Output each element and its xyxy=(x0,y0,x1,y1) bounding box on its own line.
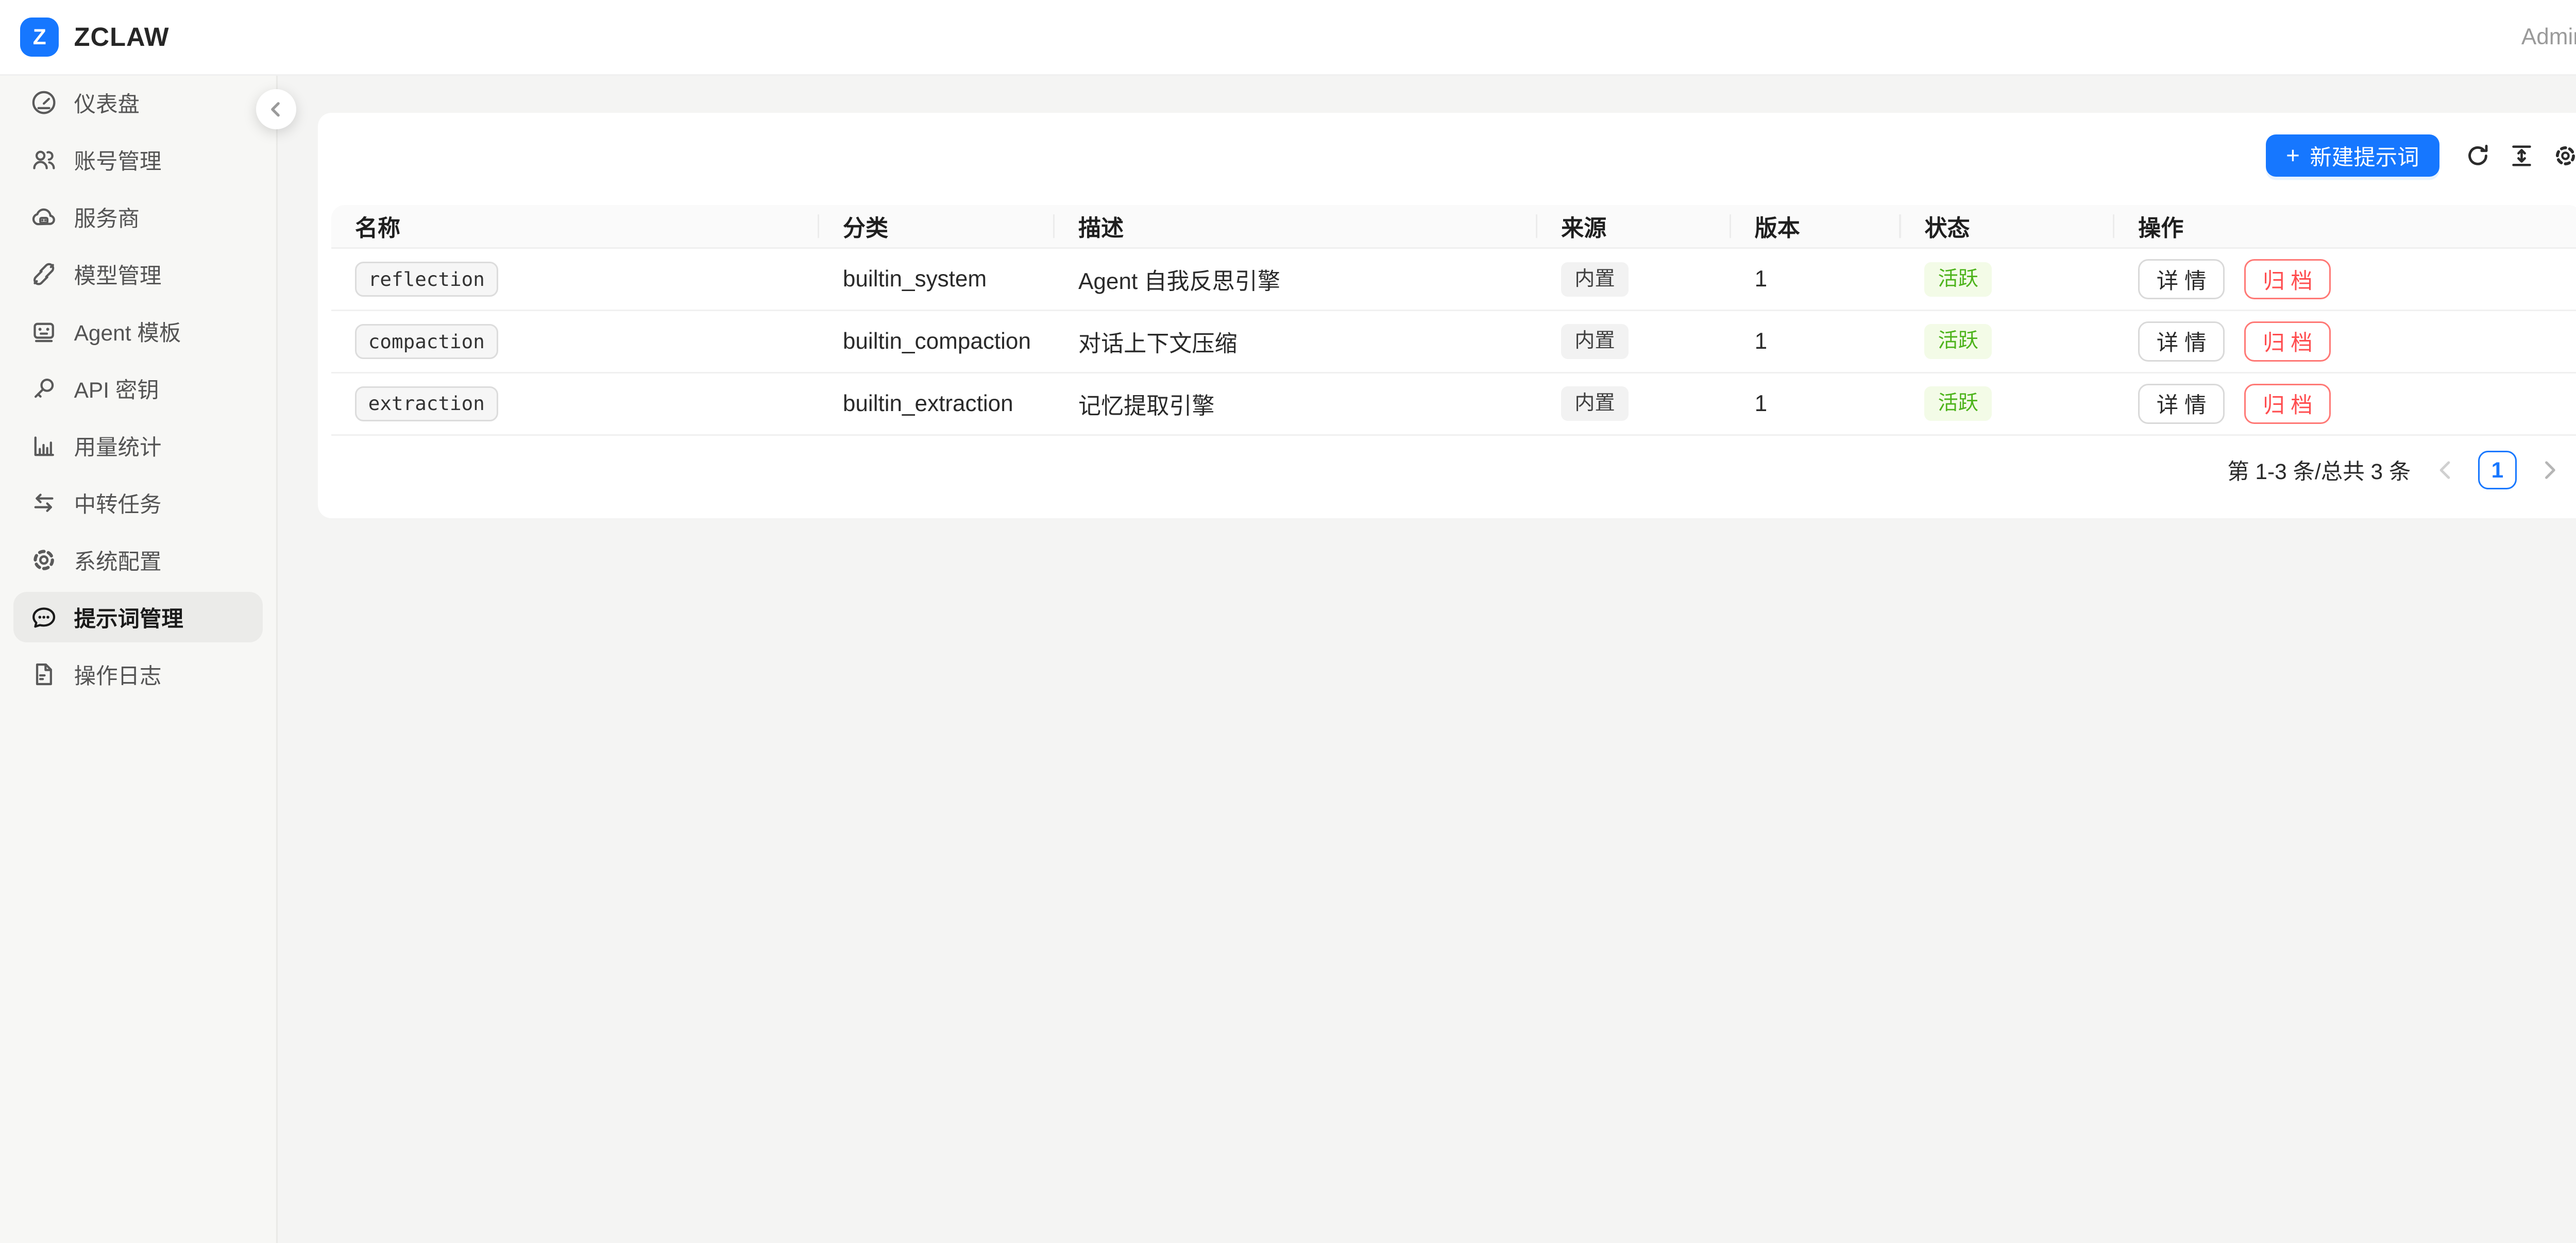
sidebar-item-label: 仪表盘 xyxy=(74,87,140,118)
prompt-category: builtin_extraction xyxy=(819,373,1055,436)
detail-button[interactable]: 详 情 xyxy=(2138,259,2225,299)
sidebar-item-label: 账号管理 xyxy=(74,144,162,176)
key-icon xyxy=(30,375,57,402)
column-header-version: 版本 xyxy=(1731,205,1901,249)
plus-icon: + xyxy=(2286,144,2300,167)
prompt-description: Agent 自我反思引擎 xyxy=(1055,249,1537,311)
sidebar-item-label: 服务商 xyxy=(74,201,140,233)
sidebar-item-models[interactable]: 模型管理 xyxy=(13,249,263,299)
table-row: compaction builtin_compaction 对话上下文压缩 内置… xyxy=(331,311,2576,373)
prompt-description: 对话上下文压缩 xyxy=(1055,311,1537,373)
archive-button[interactable]: 归 档 xyxy=(2244,259,2331,299)
table-header-row: 名称 分类 描述 来源 版本 状态 操作 xyxy=(331,205,2576,249)
sidebar-item-label: 中转任务 xyxy=(74,487,162,519)
pagination: 第 1-3 条/总共 3 条 1 xyxy=(331,451,2576,489)
prompt-name-tag: reflection xyxy=(355,262,498,297)
table-tool-icons xyxy=(2465,142,2576,169)
gauge-icon xyxy=(30,89,57,116)
sidebar-item-prompt-management[interactable]: 提示词管理 xyxy=(13,592,263,642)
source-tag: 内置 xyxy=(1561,386,1629,421)
sidebar: 仪表盘 账号管理 服务商 模型管理 xyxy=(0,76,278,1243)
table-row: extraction builtin_extraction 记忆提取引擎 内置 … xyxy=(331,373,2576,436)
sidebar-item-label: 用量统计 xyxy=(74,430,162,462)
file-icon xyxy=(30,661,57,688)
brand-logo: Z xyxy=(20,18,59,56)
user-menu[interactable]: Admin xyxy=(2521,24,2576,50)
table-toolbar: + 新建提示词 xyxy=(331,134,2576,177)
pagination-page-1[interactable]: 1 xyxy=(2478,451,2517,489)
reload-icon[interactable] xyxy=(2465,142,2492,169)
prompt-table: 名称 分类 描述 来源 版本 状态 操作 reflection builtin_ xyxy=(331,205,2576,435)
column-header-actions: 操作 xyxy=(2114,205,2576,249)
density-icon[interactable] xyxy=(2509,142,2535,169)
new-prompt-button-label: 新建提示词 xyxy=(2310,140,2419,172)
column-header-source: 来源 xyxy=(1537,205,1731,249)
sidebar-item-accounts[interactable]: 账号管理 xyxy=(13,134,263,185)
sidebar-item-system-config[interactable]: 系统配置 xyxy=(13,535,263,585)
sidebar-item-agent-templates[interactable]: Agent 模板 xyxy=(13,306,263,356)
pagination-prev-icon[interactable] xyxy=(2426,452,2463,489)
main-content: + 新建提示词 xyxy=(278,76,2576,1243)
sidebar-item-operation-logs[interactable]: 操作日志 xyxy=(13,649,263,700)
detail-button[interactable]: 详 情 xyxy=(2138,321,2225,362)
column-header-name: 名称 xyxy=(331,205,819,249)
source-tag: 内置 xyxy=(1561,324,1629,359)
prompt-name-tag: compaction xyxy=(355,324,498,359)
swap-icon xyxy=(30,489,57,516)
archive-button[interactable]: 归 档 xyxy=(2244,384,2331,424)
sidebar-item-usage-stats[interactable]: 用量统计 xyxy=(13,420,263,471)
bar-chart-icon xyxy=(30,432,57,459)
sidebar-item-api-keys[interactable]: API 密钥 xyxy=(13,363,263,414)
prompt-description: 记忆提取引擎 xyxy=(1055,373,1537,436)
detail-button[interactable]: 详 情 xyxy=(2138,384,2225,424)
column-header-status: 状态 xyxy=(1901,205,2115,249)
sidebar-item-label: 操作日志 xyxy=(74,659,162,690)
sidebar-item-relay-tasks[interactable]: 中转任务 xyxy=(13,478,263,528)
topbar: Z ZCLAW Admin xyxy=(0,0,2576,76)
robot-icon xyxy=(30,318,57,345)
prompt-name-tag: extraction xyxy=(355,386,498,421)
prompt-table-card: + 新建提示词 xyxy=(318,113,2576,518)
plug-icon xyxy=(30,261,57,287)
cloud-icon xyxy=(30,203,57,230)
status-badge: 活跃 xyxy=(1924,262,1992,297)
pagination-next-icon[interactable] xyxy=(2532,452,2569,489)
column-header-description: 描述 xyxy=(1055,205,1537,249)
gear-icon xyxy=(30,547,57,573)
status-badge: 活跃 xyxy=(1924,386,1992,421)
chat-icon xyxy=(30,604,57,631)
prompt-version: 1 xyxy=(1731,373,1901,436)
users-icon xyxy=(30,146,57,173)
sidebar-item-label: 系统配置 xyxy=(74,544,162,576)
archive-button[interactable]: 归 档 xyxy=(2244,321,2331,362)
sidebar-item-label: Agent 模板 xyxy=(74,316,181,347)
prompt-version: 1 xyxy=(1731,311,1901,373)
chevron-left-icon xyxy=(267,101,284,118)
column-settings-icon[interactable] xyxy=(2552,142,2576,169)
app-window: Z ZCLAW Admin 仪表盘 账号管理 xyxy=(0,0,2576,1243)
column-header-category: 分类 xyxy=(819,205,1055,249)
status-badge: 活跃 xyxy=(1924,324,1992,359)
sidebar-item-providers[interactable]: 服务商 xyxy=(13,192,263,242)
prompt-category: builtin_compaction xyxy=(819,311,1055,373)
new-prompt-button[interactable]: + 新建提示词 xyxy=(2266,134,2439,177)
sidebar-item-label: 模型管理 xyxy=(74,259,162,290)
sidebar-collapse-button[interactable] xyxy=(256,89,296,129)
prompt-category: builtin_system xyxy=(819,249,1055,311)
brand-name: ZCLAW xyxy=(74,22,170,52)
sidebar-item-label: 提示词管理 xyxy=(74,602,183,633)
sidebar-item-label: API 密钥 xyxy=(74,373,159,404)
pagination-summary: 第 1-3 条/总共 3 条 xyxy=(2227,454,2411,486)
brand-logo-letter: Z xyxy=(33,25,46,49)
table-row: reflection builtin_system Agent 自我反思引擎 内… xyxy=(331,249,2576,311)
sidebar-item-dashboard[interactable]: 仪表盘 xyxy=(13,77,263,128)
prompt-version: 1 xyxy=(1731,249,1901,311)
source-tag: 内置 xyxy=(1561,262,1629,297)
